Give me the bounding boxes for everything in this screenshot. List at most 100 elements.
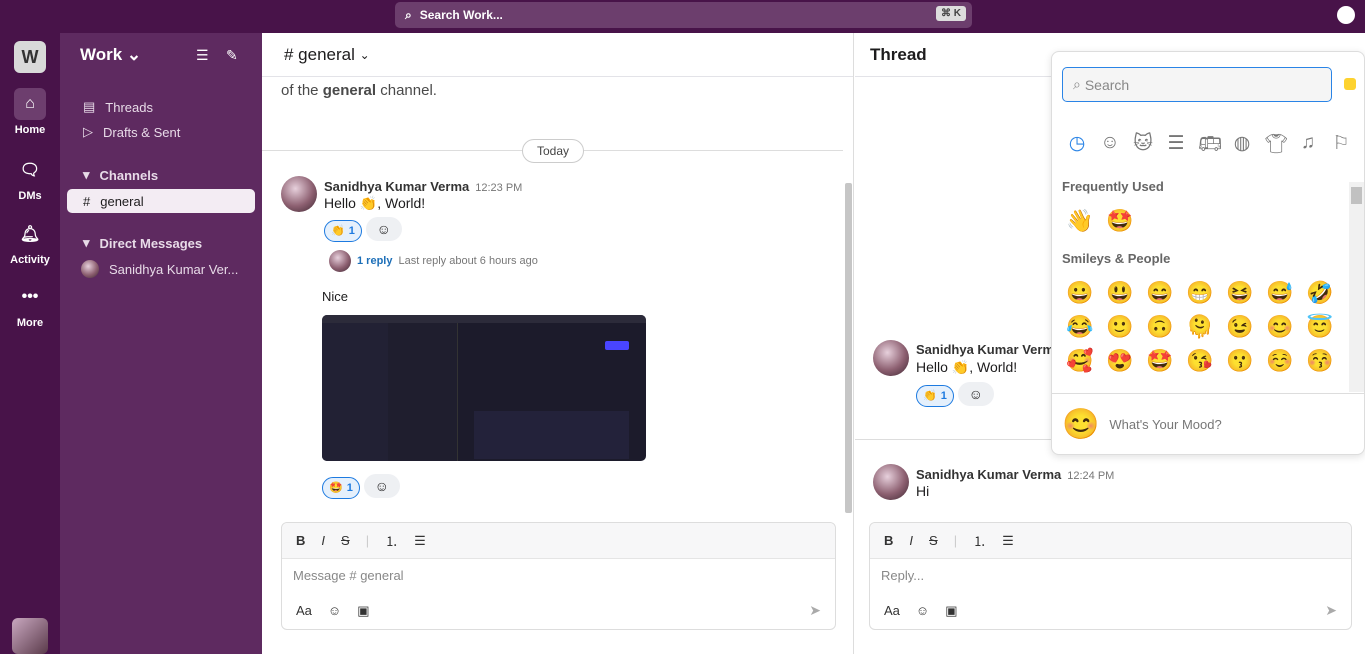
ordered-list-icon[interactable]: ⒈	[385, 531, 398, 550]
emoji-option[interactable]: 😗	[1220, 348, 1260, 374]
home-icon: ⌂	[14, 88, 46, 120]
emoji-option[interactable]: 🫠	[1180, 314, 1220, 340]
bullet-list-icon[interactable]: ☰	[414, 533, 426, 549]
emoji-option[interactable]: 👋	[1060, 208, 1100, 234]
emoji-option[interactable]: 🙃	[1140, 314, 1180, 340]
emoji-option[interactable]: 😊	[1260, 314, 1300, 340]
sidebar-item-dm[interactable]: Sanidhya Kumar Ver...	[67, 257, 255, 281]
app-rail: W ⌂ Home 🗨 DMs 🔔︎ Activity ••• More	[0, 33, 60, 654]
reply-input[interactable]: Reply...	[870, 559, 1351, 592]
emoji-option[interactable]: 😇	[1300, 314, 1340, 340]
travel-icon[interactable]: 🚌︎	[1198, 132, 1222, 156]
workspace-switcher[interactable]: W	[14, 41, 46, 73]
workspace-name[interactable]: Work ⌄	[80, 45, 141, 65]
text-format-icon[interactable]: Aa	[296, 603, 312, 619]
sidebar: Work ⌄ ☰ ✎ ▤ Threads ▷ Drafts & Sent ▾ Chan…	[60, 33, 262, 654]
bold-icon[interactable]: B	[296, 533, 305, 548]
thread-replies[interactable]: 1 reply Last reply about 6 hours ago	[329, 250, 538, 272]
compose-icon[interactable]: ✎	[226, 47, 238, 64]
channel-intro: of the general channel.	[281, 82, 437, 99]
send-icon: ▷	[83, 124, 93, 139]
send-icon[interactable]: ➤	[809, 602, 821, 619]
emoji-option[interactable]: 😄	[1140, 280, 1180, 306]
sidebar-item-general[interactable]: # general	[67, 189, 255, 213]
channel-header[interactable]: # general ⌄	[262, 33, 853, 77]
more-icon: •••	[21, 288, 39, 305]
user-avatar[interactable]	[12, 618, 48, 654]
emoji-option[interactable]: 🤩	[1100, 208, 1140, 234]
food-icon[interactable]: ☰	[1165, 132, 1187, 156]
send-icon[interactable]: ➤	[1325, 602, 1337, 619]
emoji-option[interactable]: ☺️	[1260, 348, 1300, 374]
search-icon: ⌕	[1073, 76, 1081, 92]
caret-down-icon: ▾	[83, 235, 90, 250]
emoji-option[interactable]: 🥰	[1060, 348, 1100, 374]
filter-icon[interactable]: ☰	[196, 47, 209, 64]
emoji-option[interactable]: 😂	[1060, 314, 1100, 340]
avatar	[81, 260, 99, 278]
reaction-button[interactable]: 👏 1	[324, 219, 362, 242]
image-icon[interactable]: ▣	[945, 603, 957, 619]
reaction-button[interactable]: 🤩 1	[322, 476, 360, 499]
message-composer[interactable]: B I S | ⒈ ☰ Message # general Aa ☺ ▣ ➤	[281, 522, 836, 630]
italic-icon[interactable]: I	[909, 533, 913, 548]
emoji-option[interactable]: 😉	[1220, 314, 1260, 340]
thread-icon: ▤	[83, 99, 96, 114]
rail-dms[interactable]: 🗨 DMs	[0, 154, 60, 202]
emoji-picker: ⌕ Search ◷ ☺ 🐱︎ ☰ 🚌︎ ◍ 👕︎ ♫ ⚐ Frequently Used 👋 🤩 …	[1051, 51, 1365, 455]
global-search[interactable]: ⌕ Search Work... ⌘ K	[395, 2, 972, 28]
ordered-list-icon[interactable]: ⒈	[973, 531, 986, 550]
emoji-option[interactable]: 😆	[1220, 280, 1260, 306]
attached-image[interactable]	[322, 315, 646, 461]
scrollbar[interactable]	[845, 183, 852, 513]
italic-icon[interactable]: I	[321, 533, 325, 548]
avatar	[329, 250, 351, 272]
music-icon[interactable]: ♫	[1297, 132, 1319, 156]
reaction-button[interactable]: 👏 1	[916, 384, 954, 407]
dm-section[interactable]: ▾ Direct Messages	[67, 231, 255, 255]
bullet-list-icon[interactable]: ☰	[1002, 533, 1014, 549]
emoji-option[interactable]: 🙂	[1100, 314, 1140, 340]
emoji-option[interactable]: 😚	[1300, 348, 1340, 374]
rail-more[interactable]: ••• More	[0, 281, 60, 329]
skin-tone-button[interactable]	[1344, 78, 1356, 90]
flag-icon[interactable]: ⚐	[1330, 132, 1352, 156]
emoji-option[interactable]: 😁	[1180, 280, 1220, 306]
shirt-icon[interactable]: 👕︎	[1264, 132, 1288, 156]
recent-icon[interactable]: ◷	[1066, 132, 1088, 156]
emoji-categories: ◷ ☺ 🐱︎ ☰ 🚌︎ ◍ 👕︎ ♫ ⚐	[1066, 132, 1352, 156]
add-reaction-icon[interactable]: ☺	[363, 474, 400, 498]
message-input[interactable]: Message # general	[282, 559, 835, 592]
bold-icon[interactable]: B	[884, 533, 893, 548]
chat-icon: 🗨	[19, 162, 41, 179]
sidebar-item-drafts[interactable]: ▷ Drafts & Sent	[67, 120, 255, 144]
cat-icon[interactable]: 🐱︎	[1132, 132, 1154, 156]
emoji-icon[interactable]: ☺	[328, 603, 341, 619]
emoji-icon[interactable]: ☺	[916, 603, 929, 619]
channels-section[interactable]: ▾ Channels	[67, 163, 255, 187]
emoji-option[interactable]: 🤣	[1300, 280, 1340, 306]
smiley-icon[interactable]: ☺	[1099, 132, 1121, 156]
emoji-option[interactable]: 😃	[1100, 280, 1140, 306]
top-bar: ⌕ Search Work... ⌘ K	[0, 0, 1365, 33]
avatar	[873, 340, 909, 376]
ball-icon[interactable]: ◍	[1231, 132, 1253, 156]
emoji-search-input[interactable]: ⌕ Search	[1062, 67, 1332, 102]
emoji-option[interactable]: 😅	[1260, 280, 1300, 306]
strike-icon[interactable]: S	[929, 533, 938, 548]
add-reaction-icon[interactable]: ☺	[365, 217, 402, 241]
sidebar-item-threads[interactable]: ▤ Threads	[67, 95, 255, 119]
rail-home[interactable]: ⌂ Home	[0, 88, 60, 136]
image-icon[interactable]: ▣	[357, 603, 369, 619]
github-icon[interactable]	[1337, 6, 1355, 24]
add-reaction-icon[interactable]: ☺	[957, 382, 994, 406]
emoji-option[interactable]: 😀	[1060, 280, 1100, 306]
emoji-option[interactable]: 🤩	[1140, 348, 1180, 374]
strike-icon[interactable]: S	[341, 533, 350, 548]
text-format-icon[interactable]: Aa	[884, 603, 900, 619]
rail-activity[interactable]: 🔔︎ Activity	[0, 218, 60, 266]
emoji-option[interactable]: 😍	[1100, 348, 1140, 374]
reply-composer[interactable]: B I S | ⒈ ☰ Reply... Aa ☺ ▣ ➤	[869, 522, 1352, 630]
picker-scrollbar[interactable]	[1349, 182, 1364, 392]
emoji-option[interactable]: 😘	[1180, 348, 1220, 374]
